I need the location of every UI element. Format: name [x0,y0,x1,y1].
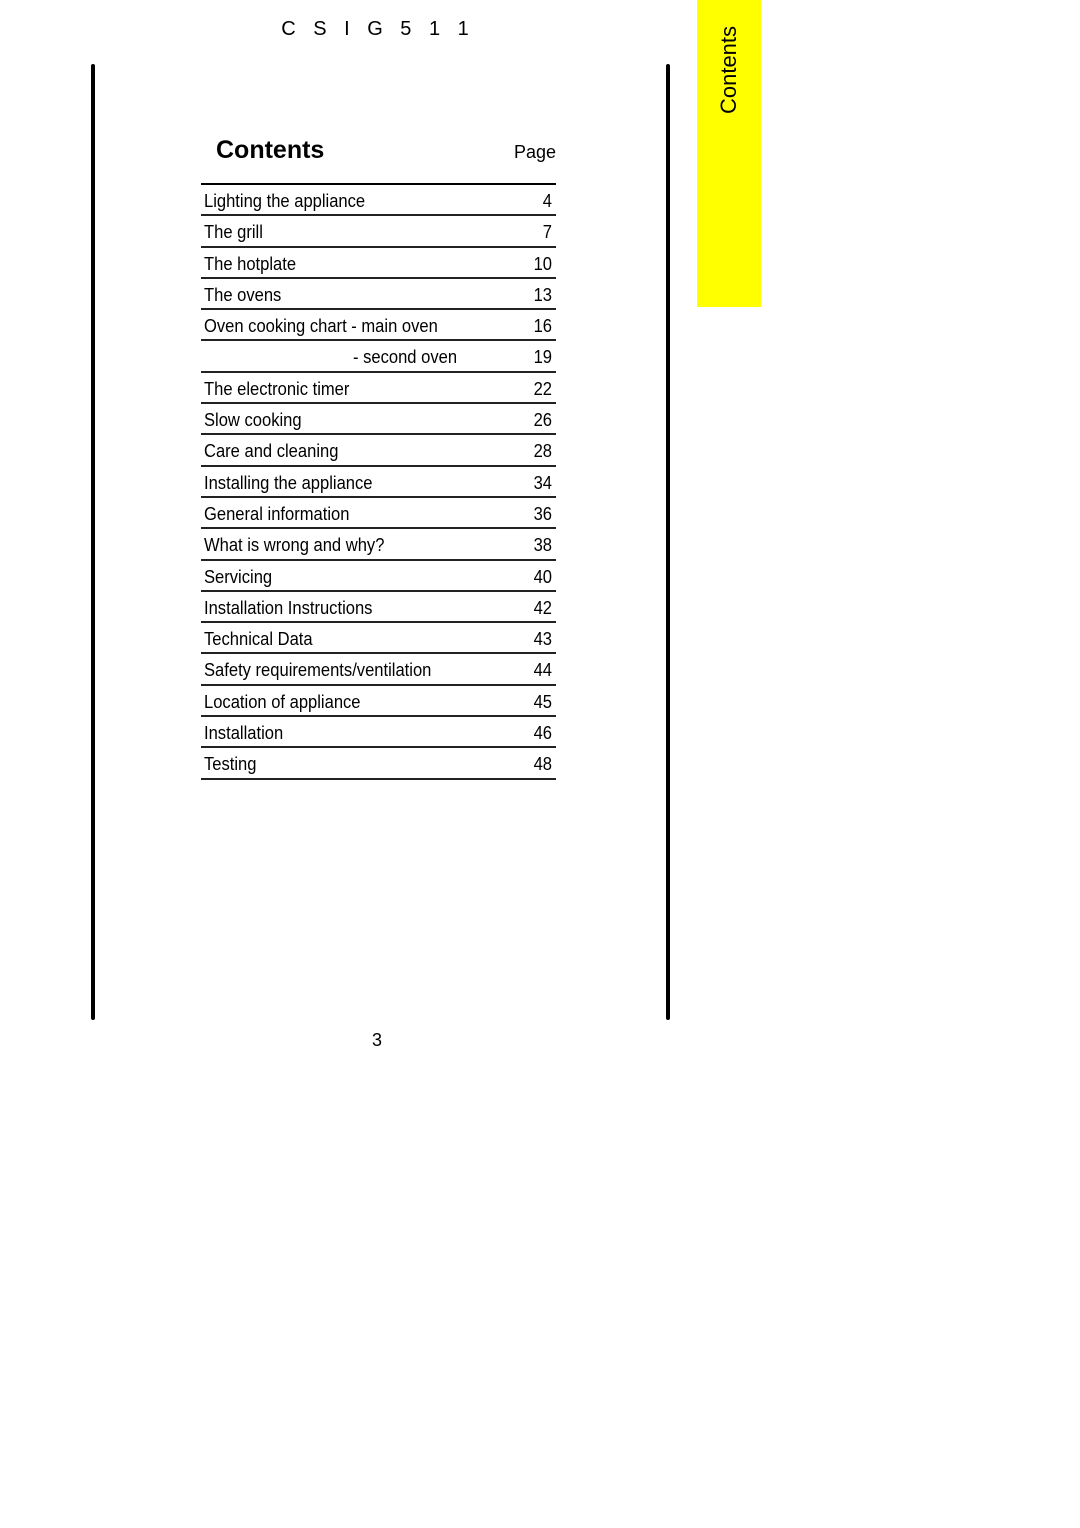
toc-entry-page: 22 [533,378,552,399]
toc-row[interactable]: Care and cleaning 28 [201,435,556,467]
toc-row[interactable]: Safety requirements/ventilation 44 [201,654,556,686]
toc-row[interactable]: Testing 48 [201,748,556,780]
toc-row[interactable]: Technical Data 43 [201,623,556,655]
toc-entry-page: 26 [533,410,552,431]
toc-entry-label: Technical Data [204,629,313,650]
contents-title: Contents [216,136,325,164]
page-number: 3 [371,1030,382,1050]
page-column-header: Page [513,142,556,162]
section-tab-label: Contents [716,25,741,115]
model-number: C S I G 5 1 1 [281,18,475,40]
toc-entry-page: 28 [533,441,552,462]
toc-entry-page: 46 [533,723,552,744]
toc-entry-label: Care and cleaning [204,441,339,462]
toc-entry-label: Slow cooking [204,410,302,431]
toc-entry-label: The electronic timer [204,378,350,399]
toc-row[interactable]: The electronic timer 22 [201,373,556,405]
toc-row[interactable]: Installing the appliance 34 [201,467,556,498]
toc-entry-page: 34 [533,472,552,493]
toc-row[interactable]: Lighting the appliance 4 [201,185,556,217]
toc-entry-label: - second oven [353,347,458,368]
toc-entry-label: Servicing [204,566,273,587]
toc-entry-page: 36 [533,503,552,524]
toc-row[interactable]: The ovens 13 [201,279,556,311]
toc-row[interactable]: The hotplate 10 [201,248,556,279]
toc-entry-page: 40 [533,566,552,587]
toc-row[interactable]: What is wrong and why? 38 [201,529,556,561]
toc-row-subentry[interactable]: - second oven 19 [201,341,556,373]
toc-entry-page: 13 [533,284,552,305]
toc-row[interactable]: The grill 7 [201,216,556,248]
toc-row[interactable]: Oven cooking chart - main oven 16 [201,310,556,342]
toc-entry-page: 16 [533,316,552,337]
toc-entry-label: General information [204,503,350,524]
toc-row[interactable]: Location of appliance 45 [201,686,556,718]
toc-entry-page: 10 [533,253,552,274]
toc-entry-label: Testing [204,754,257,775]
toc-entry-label: Installing the appliance [204,472,373,493]
toc-entry-label: Lighting the appliance [204,191,366,211]
toc-entry-page: 19 [533,347,552,368]
toc-entry-label: The ovens [204,284,282,305]
toc-row[interactable]: Installation Instructions 42 [201,592,556,624]
toc-entry-page: 48 [533,754,552,775]
toc-entry-label: Safety requirements/ventilation [204,660,432,681]
toc-entry-label: Installation Instructions [204,597,373,618]
toc-entry-page: 4 [542,191,552,211]
toc-entry-label: The grill [204,222,263,243]
toc-entry-label: The hotplate [204,253,297,274]
left-margin-bar [91,64,95,1020]
toc-entry-page: 43 [533,629,552,650]
section-tab[interactable]: Contents [697,0,761,307]
toc-entry-label: Installation [204,723,284,744]
toc-row[interactable]: Servicing 40 [201,561,556,592]
toc-entry-page: 7 [542,222,552,243]
toc-entry-label: Oven cooking chart - main oven [204,316,438,337]
toc-entry-page: 44 [533,660,552,681]
toc-entry-page: 42 [533,597,552,618]
right-margin-bar [666,64,670,1020]
toc-entry-page: 45 [533,691,552,712]
toc-row[interactable]: Installation 46 [201,717,556,749]
toc-entry-page: 38 [533,535,552,556]
toc-entry-label: What is wrong and why? [204,535,385,556]
toc-entry-label: Location of appliance [204,691,361,712]
toc-row[interactable]: General information 36 [201,498,556,530]
toc-row[interactable]: Slow cooking 26 [201,404,556,436]
table-of-contents: Lighting the appliance 4 The grill 7 The… [201,183,556,780]
